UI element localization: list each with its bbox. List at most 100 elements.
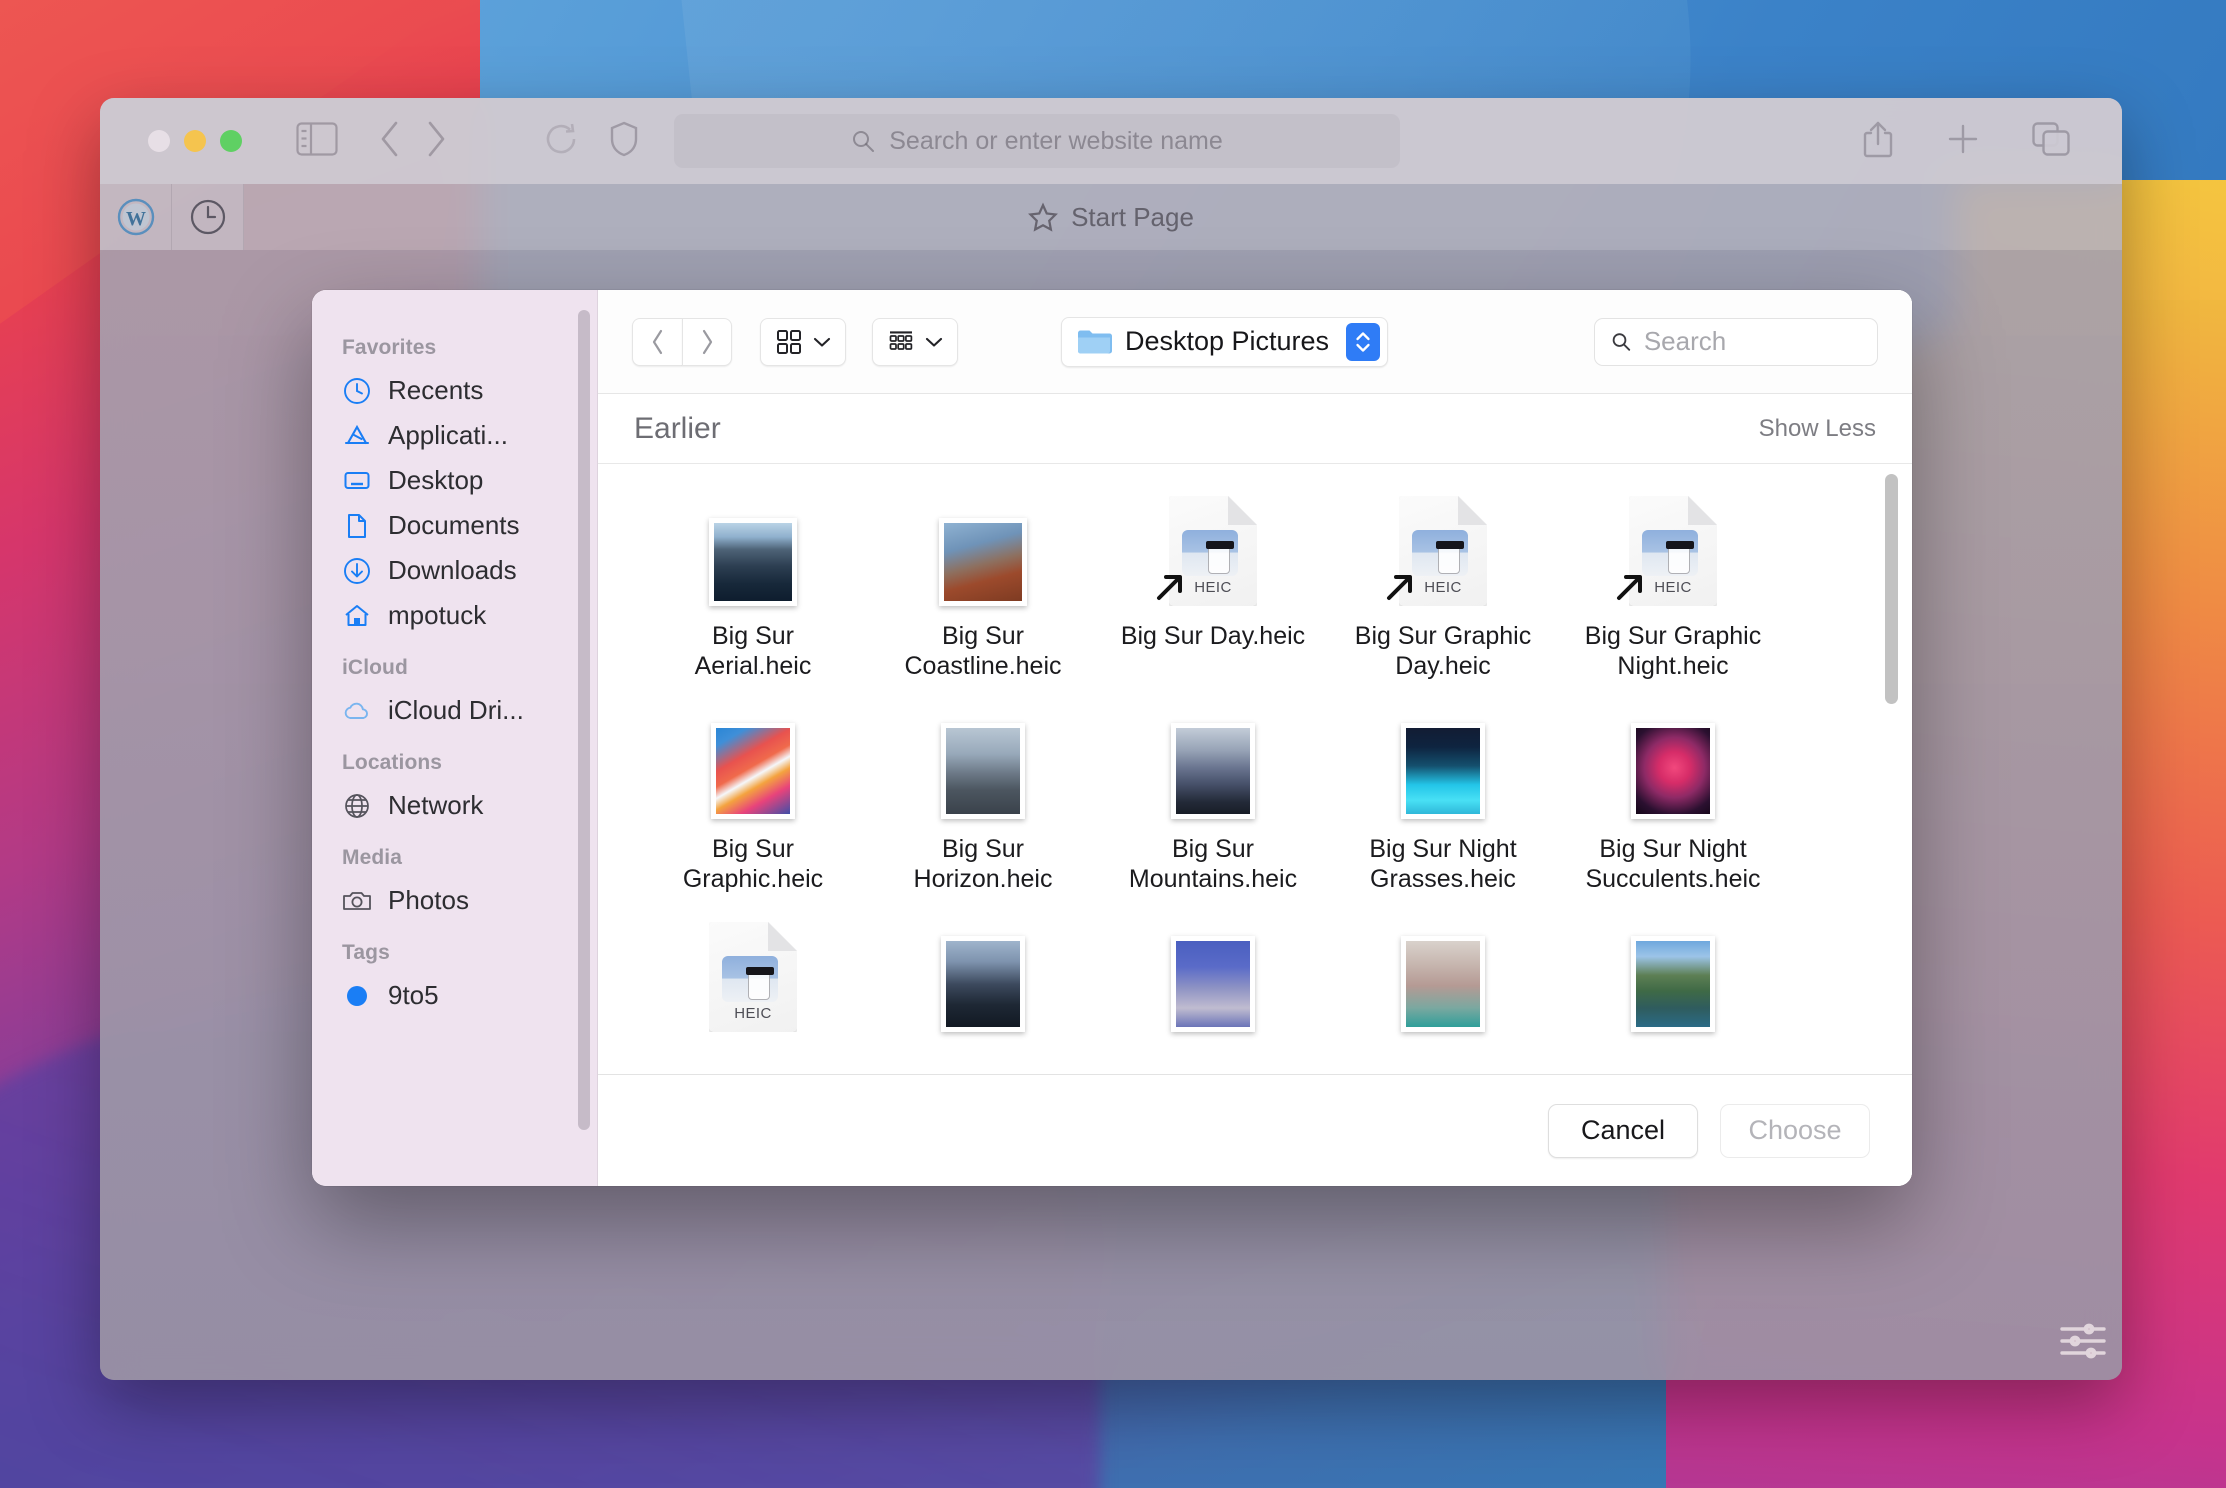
tab-overview-icon[interactable]	[2032, 121, 2070, 161]
picker-sidebar: Favorites Recents Applicati... Desktop D…	[312, 290, 598, 1186]
thumb-aerial	[709, 518, 797, 606]
sidebar-item-label: iCloud Dri...	[388, 695, 524, 725]
tab-wordpress[interactable]: W	[100, 184, 172, 250]
sidebar-group-icloud: iCloud	[342, 656, 408, 679]
svg-text:W: W	[126, 208, 146, 230]
file-thumbnail	[941, 703, 1025, 819]
star-icon	[1028, 202, 1059, 232]
heic-document-icon: HEIC	[709, 922, 797, 1032]
thumb-rock	[1171, 936, 1255, 1032]
file-item[interactable]	[868, 916, 1098, 1032]
picker-search-field[interactable]	[1594, 317, 1878, 366]
file-thumbnail	[1401, 916, 1485, 1032]
sidebar-item-desktop[interactable]: Desktop	[312, 458, 598, 503]
sidebar-item-label: Recents	[388, 375, 484, 405]
share-icon[interactable]	[1862, 120, 1894, 163]
safari-toolbar-right	[1862, 120, 2092, 163]
globe-icon	[342, 791, 372, 821]
thumb-succulents	[1631, 723, 1715, 819]
active-tab-title-bar: Start Page	[100, 184, 2122, 250]
file-item[interactable]: Big Sur Graphic.heic	[638, 703, 868, 894]
file-grid-area: Big Sur Aerial.heic Big Sur Coastline.he…	[598, 464, 1912, 1074]
sliders-icon[interactable]	[2054, 1312, 2112, 1370]
file-section-header: Earlier Show Less	[598, 394, 1912, 464]
file-thumbnail	[1401, 703, 1485, 819]
wordpress-icon: W	[117, 198, 154, 236]
file-item[interactable]: HEIC Big Sur Graphic Day.heic	[1328, 490, 1558, 681]
file-item[interactable]	[1558, 916, 1788, 1032]
reload-icon[interactable]	[542, 120, 580, 163]
cancel-button[interactable]: Cancel	[1548, 1103, 1698, 1158]
sidebar-item-label: Network	[388, 790, 484, 820]
file-item[interactable]: Big Sur Horizon.heic	[868, 703, 1098, 894]
close-window-button[interactable]	[148, 130, 170, 152]
file-item[interactable]: HEIC	[638, 916, 868, 1032]
minimize-window-button[interactable]	[184, 130, 206, 152]
new-tab-icon[interactable]	[1946, 122, 1980, 161]
safari-tab-bar: W Start Page	[100, 184, 2122, 250]
zoom-window-button[interactable]	[220, 130, 242, 152]
sidebar-item-applications[interactable]: Applicati...	[312, 413, 598, 458]
address-bar[interactable]: Search or enter website name	[674, 114, 1400, 168]
picker-toolbar: Desktop Pictures	[598, 290, 1912, 394]
thumb-mountains	[1171, 723, 1255, 819]
file-name: Big Sur Graphic.heic	[682, 835, 824, 893]
browser-forward-icon[interactable]	[424, 119, 448, 164]
sidebar-item-home[interactable]: mpotuck	[312, 593, 598, 638]
sidebar-item-recents[interactable]: Recents	[312, 368, 598, 413]
desktop-wallpaper: Search or enter website name W Start Pag…	[0, 0, 2226, 1488]
view-mode-button[interactable]	[760, 317, 846, 366]
picker-forward-button[interactable]	[682, 317, 732, 366]
download-icon	[342, 556, 372, 586]
search-input[interactable]	[1643, 326, 1861, 357]
tab-history[interactable]	[172, 184, 244, 250]
address-bar-placeholder: Search or enter website name	[889, 126, 1223, 155]
sidebar-item-label: Photos	[388, 885, 469, 915]
chevron-down-icon	[813, 337, 830, 347]
sidebar-item-label: 9to5	[388, 980, 439, 1010]
file-type-badge: HEIC	[734, 1005, 772, 1022]
file-thumbnail	[941, 916, 1025, 1032]
sidebar-item-tag-9to5[interactable]: 9to5	[312, 973, 598, 1018]
file-item[interactable]: Big Sur Night Grasses.heic	[1328, 703, 1558, 894]
sidebar-icon[interactable]	[296, 121, 338, 161]
sidebar-scrollbar[interactable]	[578, 310, 590, 1130]
file-item[interactable]: Big Sur Night Succulents.heic	[1558, 703, 1788, 894]
sidebar-item-label: Downloads	[388, 555, 517, 585]
heic-document-icon: HEIC	[1387, 496, 1487, 606]
file-item[interactable]: Big Sur Aerial.heic	[638, 490, 868, 681]
file-name: Big Sur Coastline.heic	[904, 622, 1062, 680]
chevron-right-icon	[702, 329, 713, 354]
sidebar-group-media: Media	[342, 846, 403, 869]
file-name: Big Sur Graphic Day.heic	[1354, 622, 1532, 680]
file-name: Big Sur Horizon.heic	[913, 835, 1053, 893]
file-grid-scrollbar[interactable]	[1885, 474, 1898, 704]
file-item[interactable]	[1328, 916, 1558, 1032]
shield-icon[interactable]	[610, 121, 638, 162]
alias-arrow-icon	[1613, 570, 1647, 604]
group-by-button[interactable]	[872, 317, 958, 366]
picker-back-button[interactable]	[632, 317, 682, 366]
sidebar-item-downloads[interactable]: Downloads	[312, 548, 598, 593]
browser-back-icon[interactable]	[378, 119, 402, 164]
file-item[interactable]: Big Sur Coastline.heic	[868, 490, 1098, 681]
file-item[interactable]: HEIC Big Sur Day.heic	[1098, 490, 1328, 681]
sidebar-group-tags: Tags	[342, 941, 390, 964]
file-item[interactable]: HEIC Big Sur Graphic Night.heic	[1558, 490, 1788, 681]
sidebar-item-icloud-drive[interactable]: iCloud Dri...	[312, 688, 598, 733]
show-less-button[interactable]: Show Less	[1759, 415, 1876, 443]
chevron-down-icon	[925, 337, 942, 347]
file-item[interactable]: Big Sur Mountains.heic	[1098, 703, 1328, 894]
file-name: Big Sur Graphic Night.heic	[1584, 622, 1762, 680]
file-thumbnail	[709, 490, 797, 606]
path-popup-button[interactable]: Desktop Pictures	[1060, 316, 1389, 367]
document-icon	[342, 511, 372, 541]
window-controls[interactable]	[148, 130, 242, 152]
sidebar-item-network[interactable]: Network	[312, 783, 598, 828]
sidebar-item-documents[interactable]: Documents	[312, 503, 598, 548]
file-item[interactable]	[1098, 916, 1328, 1032]
file-name: Big Sur Night Succulents.heic	[1585, 835, 1761, 893]
file-grid: Big Sur Aerial.heic Big Sur Coastline.he…	[598, 464, 1828, 1032]
sidebar-item-photos[interactable]: Photos	[312, 878, 598, 923]
choose-button[interactable]: Choose	[1720, 1103, 1870, 1158]
